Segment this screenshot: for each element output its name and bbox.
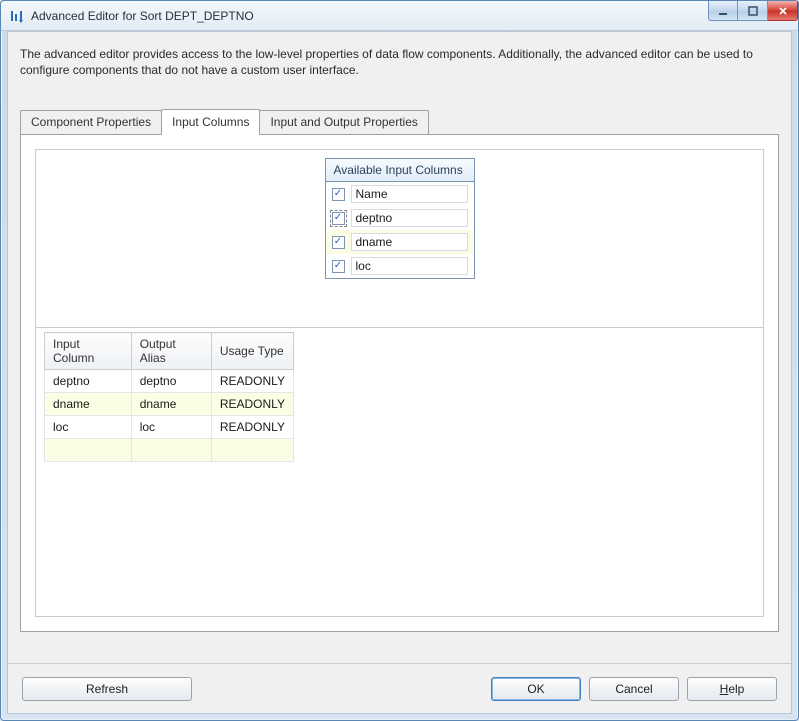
- tab-label: Component Properties: [31, 115, 151, 129]
- io-table-row[interactable]: [45, 439, 294, 462]
- io-table-cell[interactable]: dname: [131, 393, 211, 416]
- maximize-button[interactable]: [738, 1, 768, 21]
- minimize-button[interactable]: [708, 1, 738, 21]
- refresh-button[interactable]: Refresh: [22, 677, 192, 701]
- window-controls: [708, 1, 798, 21]
- help-button[interactable]: Help: [687, 677, 777, 701]
- io-table-cell[interactable]: READONLY: [211, 393, 293, 416]
- client-area: The advanced editor provides access to t…: [7, 31, 792, 714]
- io-table: Input ColumnOutput AliasUsage Type deptn…: [44, 332, 294, 462]
- intro-text: The advanced editor provides access to t…: [8, 32, 791, 88]
- io-table-area: Input ColumnOutput AliasUsage Type deptn…: [36, 327, 763, 616]
- io-table-cell[interactable]: READONLY: [211, 370, 293, 393]
- title-bar: Advanced Editor for Sort DEPT_DEPTNO: [1, 1, 798, 31]
- io-column-header[interactable]: Output Alias: [131, 333, 211, 370]
- tab-panel-input-columns: Available Input Columns ✓ Name ✓ deptno ✓ dna…: [20, 135, 779, 632]
- sort-icon: [9, 8, 25, 24]
- io-table-cell[interactable]: loc: [131, 416, 211, 439]
- tab-label: Input Columns: [172, 115, 249, 129]
- available-column-row[interactable]: ✓ loc: [326, 254, 474, 278]
- checkbox[interactable]: ✓: [332, 236, 345, 249]
- tab-component-properties[interactable]: Component Properties: [20, 110, 162, 134]
- available-column-label: dname: [351, 233, 468, 251]
- available-column-row[interactable]: ✓ dname: [326, 230, 474, 254]
- io-table-cell[interactable]: READONLY: [211, 416, 293, 439]
- available-columns-list: ✓ Name ✓ deptno ✓ dname ✓ loc: [326, 182, 474, 278]
- tab-input-columns[interactable]: Input Columns: [161, 109, 260, 135]
- tab-input-and-output-properties[interactable]: Input and Output Properties: [259, 110, 428, 134]
- io-table-cell[interactable]: dname: [45, 393, 132, 416]
- io-table-row[interactable]: deptnodeptnoREADONLY: [45, 370, 294, 393]
- io-column-header[interactable]: Usage Type: [211, 333, 293, 370]
- checkbox[interactable]: ✓: [332, 212, 345, 225]
- available-column-label: Name: [351, 185, 468, 203]
- io-table-cell[interactable]: [211, 439, 293, 462]
- cancel-button[interactable]: Cancel: [589, 677, 679, 701]
- available-column-label: deptno: [351, 209, 468, 227]
- checkbox[interactable]: ✓: [332, 188, 345, 201]
- available-column-label: loc: [351, 257, 468, 275]
- io-table-cell[interactable]: loc: [45, 416, 132, 439]
- dialog-window: Advanced Editor for Sort DEPT_DEPTNO The…: [0, 0, 799, 721]
- ok-button[interactable]: OK: [491, 677, 581, 701]
- io-table-row[interactable]: loclocREADONLY: [45, 416, 294, 439]
- available-columns-header: Available Input Columns: [326, 159, 474, 182]
- tab-strip: Component Properties Input Columns Input a…: [20, 108, 779, 135]
- io-table-cell[interactable]: [45, 439, 132, 462]
- available-columns-panel: Available Input Columns ✓ Name ✓ deptno ✓ dna…: [325, 158, 475, 279]
- available-column-row[interactable]: ✓ Name: [326, 182, 474, 206]
- panel-group: Available Input Columns ✓ Name ✓ deptno ✓ dna…: [35, 149, 764, 617]
- io-column-header[interactable]: Input Column: [45, 333, 132, 370]
- available-column-row[interactable]: ✓ deptno: [326, 206, 474, 230]
- tab-label: Input and Output Properties: [270, 115, 417, 129]
- close-button[interactable]: [768, 1, 798, 21]
- io-table-cell[interactable]: [131, 439, 211, 462]
- io-table-row[interactable]: dnamednameREADONLY: [45, 393, 294, 416]
- bottom-button-bar: Refresh OK Cancel Help: [8, 663, 791, 713]
- checkbox[interactable]: ✓: [332, 260, 345, 273]
- io-table-cell[interactable]: deptno: [45, 370, 132, 393]
- window-title: Advanced Editor for Sort DEPT_DEPTNO: [31, 9, 708, 23]
- io-table-cell[interactable]: deptno: [131, 370, 211, 393]
